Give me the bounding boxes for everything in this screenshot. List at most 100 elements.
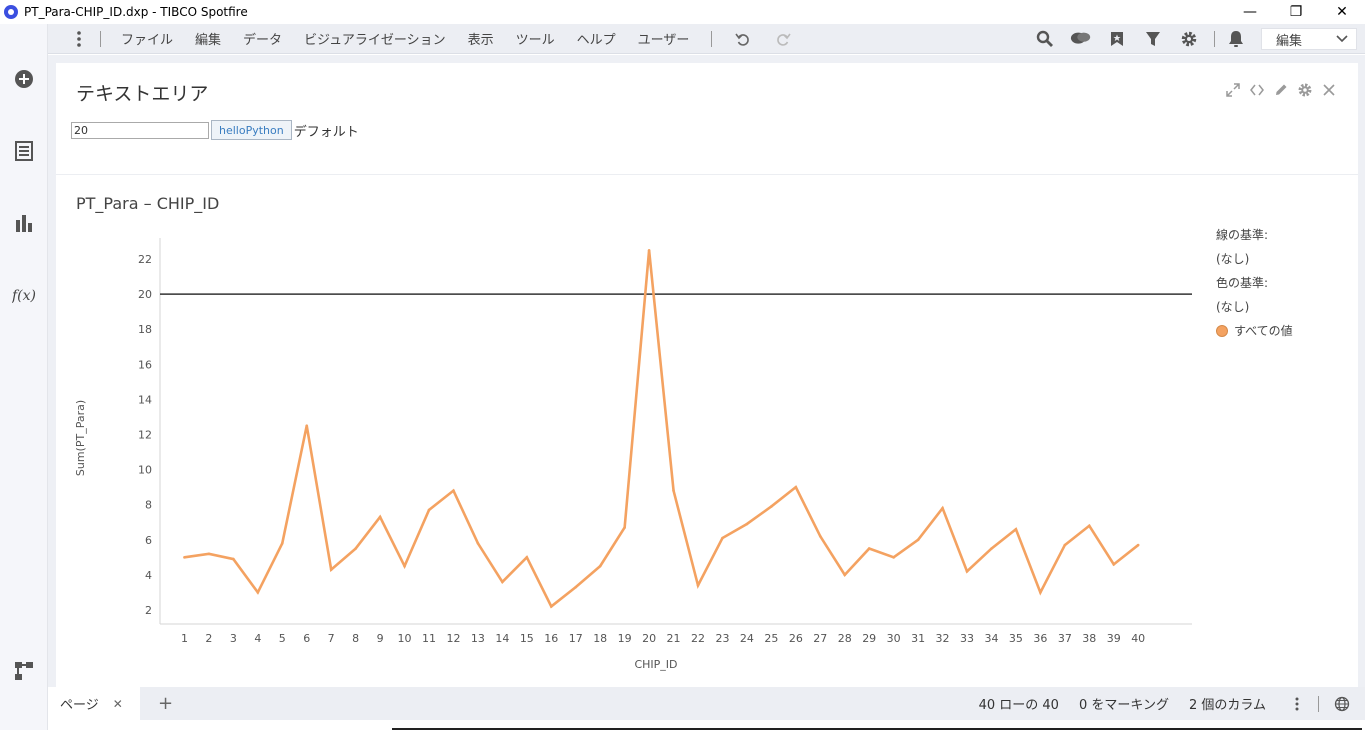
- mode-dropdown[interactable]: 編集: [1261, 28, 1357, 50]
- x-tick-label: 32: [936, 632, 950, 645]
- status-separator: [1318, 695, 1319, 712]
- value-input[interactable]: [71, 121, 209, 139]
- x-tick-label: 36: [1033, 632, 1047, 645]
- panel-settings-icon[interactable]: [1296, 81, 1314, 99]
- window-title: PT_Para-CHIP_ID.dxp - TIBCO Spotfire: [24, 5, 248, 19]
- legend-color-by-label: 色の基準:: [1216, 276, 1269, 290]
- legend-series-label: すべての値: [1234, 324, 1293, 338]
- close-panel-icon[interactable]: [1320, 81, 1338, 99]
- row-count: 40 ローの 40: [978, 698, 1059, 713]
- maximize-icon[interactable]: [1224, 81, 1242, 99]
- x-tick-label: 28: [838, 632, 852, 645]
- x-tick-label: 31: [911, 632, 925, 645]
- data-point: [280, 541, 284, 545]
- x-tick-label: 10: [398, 632, 412, 645]
- y-tick-label: 16: [138, 358, 152, 371]
- add-data-icon[interactable]: [12, 67, 36, 91]
- function-icon[interactable]: f(x): [12, 283, 36, 307]
- legend-line-by-value[interactable]: (なし): [1216, 252, 1293, 276]
- line-chart[interactable]: 246810121416182022 1 2 3 4 5 6 7 8 9 10 11 12 13 14 15…: [56, 223, 1206, 683]
- close-page-icon[interactable]: ✕: [113, 697, 123, 711]
- data-point: [843, 573, 847, 577]
- menu-file[interactable]: ファイル: [121, 29, 173, 48]
- x-tick-label: 21: [667, 632, 681, 645]
- search-icon[interactable]: [1034, 28, 1056, 50]
- menu-help[interactable]: ヘルプ: [577, 29, 616, 48]
- window-titlebar: PT_Para-CHIP_ID.dxp - TIBCO Spotfire — ❐…: [0, 0, 1365, 24]
- redo-icon[interactable]: [772, 28, 794, 50]
- data-flow-icon[interactable]: [12, 659, 36, 683]
- collaboration-icon[interactable]: [1070, 28, 1092, 50]
- data-point: [867, 547, 871, 550]
- data-point: [770, 505, 773, 508]
- data-point: [1039, 591, 1042, 594]
- notifications-bell-icon[interactable]: [1225, 28, 1247, 50]
- spotfire-logo-icon: [4, 5, 18, 19]
- filter-icon[interactable]: [1142, 28, 1164, 50]
- series-group: [183, 248, 1140, 609]
- menu-bar: ファイル 編集 データ ビジュアライゼーション 表示 ツール ヘルプ ユーザー: [48, 24, 1365, 54]
- more-vertical-icon[interactable]: [68, 28, 90, 50]
- x-tick-label: 26: [789, 632, 803, 645]
- menu-data[interactable]: データ: [243, 29, 282, 48]
- data-point: [965, 570, 969, 573]
- status-info: 40 ローの 40 0 をマーキング 2 個のカラム: [979, 687, 1365, 720]
- code-icon[interactable]: [1248, 81, 1266, 99]
- default-label: デフォルト: [293, 124, 359, 140]
- series-line: [184, 250, 1140, 609]
- data-point: [403, 564, 406, 568]
- y-tick-label: 18: [138, 323, 152, 336]
- y-axis-label: Sum(PT_Para): [74, 400, 87, 476]
- y-tick-label: 2: [145, 604, 152, 617]
- hello-python-button[interactable]: helloPython: [211, 120, 292, 140]
- mode-dropdown-value: 編集: [1276, 33, 1303, 49]
- legend-color-by-value[interactable]: (なし): [1216, 300, 1293, 324]
- data-point: [1112, 563, 1116, 566]
- x-tick-label: 38: [1082, 632, 1096, 645]
- toolbar-right: 編集: [1034, 24, 1365, 54]
- settings-gear-icon[interactable]: [1178, 28, 1200, 50]
- minimize-button[interactable]: —: [1227, 0, 1273, 24]
- menu-visualization[interactable]: ビジュアライゼーション: [304, 29, 446, 48]
- data-point: [598, 564, 602, 568]
- analysis-canvas: テキストエリア helloPython デフォルト PT_Para –: [48, 55, 1365, 687]
- data-point: [549, 605, 553, 608]
- data-point: [452, 489, 455, 492]
- add-page-icon[interactable]: +: [158, 693, 173, 714]
- close-window-button[interactable]: ✕: [1319, 0, 1365, 24]
- x-tick-label: 17: [569, 632, 583, 645]
- visualization-types-icon[interactable]: [12, 211, 36, 235]
- data-point: [1014, 527, 1018, 531]
- x-tick-label: 18: [593, 632, 607, 645]
- status-bar: ページ ✕ + 40 ローの 40 0 をマーキング 2 個のカラム: [48, 687, 1365, 720]
- x-tick-label: 33: [960, 632, 974, 645]
- data-panel-icon[interactable]: [12, 139, 36, 163]
- panel-divider: [56, 174, 1358, 175]
- menu-view[interactable]: 表示: [468, 29, 494, 48]
- undo-icon[interactable]: [732, 28, 754, 50]
- column-count: 2 個のカラム: [1188, 698, 1266, 713]
- x-tick-label: 1: [181, 632, 188, 645]
- data-point: [745, 522, 749, 526]
- page-tab[interactable]: ページ ✕: [48, 687, 140, 720]
- data-point: [574, 585, 578, 589]
- bookmark-icon[interactable]: [1106, 28, 1128, 50]
- edit-pencil-icon[interactable]: [1272, 81, 1290, 99]
- data-point: [378, 515, 382, 519]
- data-point: [329, 568, 333, 571]
- menu-tools[interactable]: ツール: [516, 29, 555, 48]
- more-options-icon[interactable]: [1286, 693, 1308, 715]
- x-tick-label: 23: [715, 632, 729, 645]
- x-tick-label: 9: [377, 632, 384, 645]
- data-point: [305, 424, 309, 428]
- toolbar-separator: [1214, 31, 1215, 47]
- menu-user[interactable]: ユーザー: [638, 29, 690, 48]
- restore-button[interactable]: ❐: [1273, 0, 1319, 24]
- x-tick-label: 22: [691, 632, 705, 645]
- chevron-down-icon: [1336, 35, 1348, 43]
- x-tick-label: 19: [618, 632, 632, 645]
- globe-icon[interactable]: [1331, 693, 1353, 715]
- data-point: [476, 541, 480, 545]
- legend-series-item[interactable]: すべての値: [1216, 324, 1293, 348]
- menu-edit[interactable]: 編集: [195, 29, 221, 48]
